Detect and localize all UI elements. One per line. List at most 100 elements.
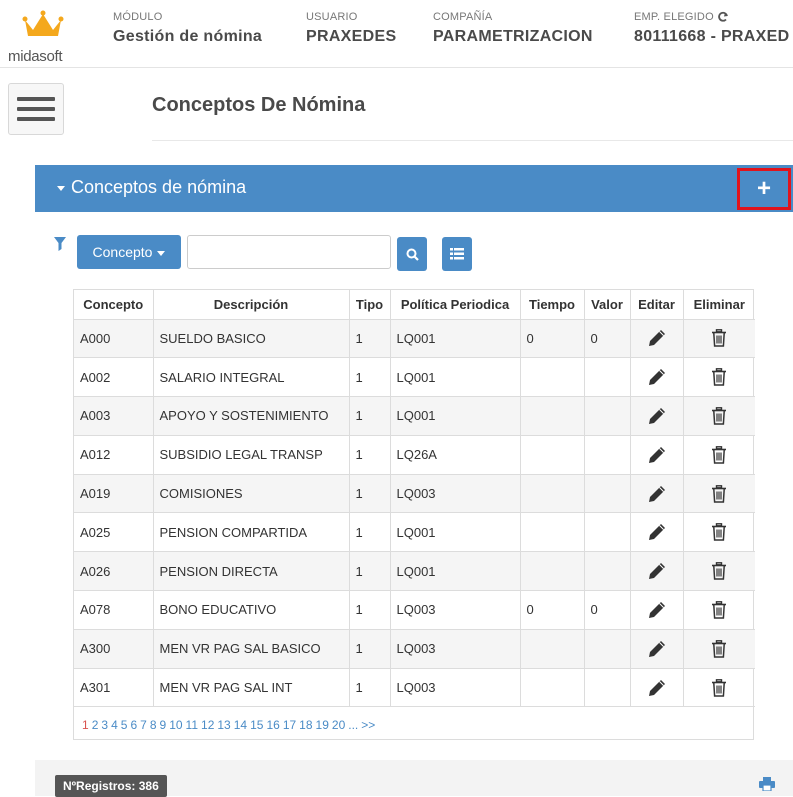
cell-descripcion: SUELDO BASICO [152,318,350,359]
search-input[interactable] [187,235,391,269]
print-icon[interactable] [759,777,775,791]
page-link[interactable]: 12 [201,718,214,732]
cell-editar [629,512,684,553]
hamburger-menu-icon[interactable] [8,83,64,135]
trash-icon[interactable] [711,562,727,580]
page-link[interactable]: 5 [121,718,128,732]
page-link[interactable]: 18 [299,718,312,732]
trash-icon[interactable] [711,445,727,464]
cell-eliminar [682,512,755,553]
page-link[interactable]: 8 [150,718,157,732]
pencil-icon[interactable] [648,523,666,541]
pencil-icon[interactable] [648,562,666,580]
cell-editar [629,434,684,475]
trash-icon[interactable] [711,639,727,658]
trash-icon[interactable] [711,484,727,503]
page-link[interactable]: 17 [283,718,296,732]
registros-badge: NºRegistros: 386 [55,775,167,797]
table-row[interactable]: A019 COMISIONES 1 LQ003 [74,473,755,514]
col-header-valor[interactable]: Valor [583,290,631,320]
search-button[interactable] [397,237,427,271]
compania-value: PARAMETRIZACION [433,28,593,45]
midasoft-logo[interactable]: midasoft [8,10,78,66]
table-row[interactable]: A002 SALARIO INTEGRAL 1 LQ001 [74,357,755,398]
cell-tipo: 1 [348,473,391,514]
page-link[interactable]: 7 [140,718,147,732]
page-link[interactable]: 9 [160,718,167,732]
cell-descripcion: BONO EDUCATIVO [152,590,350,630]
trash-icon[interactable] [711,329,727,348]
cell-valor [583,551,631,592]
panel-title-toggle[interactable]: Conceptos de nómina [57,177,246,198]
refresh-icon[interactable] [717,11,729,23]
col-header-tipo[interactable]: Tipo [348,290,391,320]
col-header-tiempo[interactable]: Tiempo [519,290,585,320]
col-header-descripcion[interactable]: Descripción [152,290,350,320]
cell-concepto: A025 [74,512,154,553]
page-link[interactable]: 3 [101,718,108,732]
page-link[interactable]: 14 [234,718,247,732]
page-link[interactable]: 1 [82,718,89,732]
empleado-value: 80111668 - PRAXED [634,28,790,45]
trash-icon[interactable] [711,601,727,619]
page-link[interactable]: 20 [332,718,345,732]
cell-editar [629,551,684,592]
conceptos-panel: Conceptos de nómina + Concepto Concepto … [35,165,793,797]
cell-valor [583,396,631,436]
page-link[interactable]: 11 [186,718,198,732]
pencil-icon[interactable] [648,679,666,697]
table-row[interactable]: A300 MEN VR PAG SAL BASICO 1 LQ003 [74,628,755,669]
page-link[interactable]: ... [348,718,358,732]
trash-icon[interactable] [711,407,727,425]
filter-icon[interactable] [54,237,66,251]
cell-tiempo [519,667,585,708]
concepto-dropdown-button[interactable]: Concepto [77,235,181,269]
pencil-icon[interactable] [648,640,666,658]
trash-icon[interactable] [711,523,727,542]
trash-icon[interactable] [711,368,727,386]
pencil-icon[interactable] [648,368,666,386]
table-row[interactable]: A003 APOYO Y SOSTENIMIENTO 1 LQ001 [74,396,755,436]
cell-editar [629,628,684,669]
col-header-politica[interactable]: Política Periodica [389,290,521,320]
page-link[interactable]: 6 [130,718,137,732]
table-row[interactable]: A025 PENSION COMPARTIDA 1 LQ001 [74,512,755,553]
pencil-icon[interactable] [648,485,666,503]
modulo-value: Gestión de nómina [113,28,263,45]
page-link[interactable]: 13 [217,718,230,732]
cell-concepto: A012 [74,434,154,475]
panel-title-label: Conceptos de nómina [71,177,247,197]
cell-concepto: A000 [74,318,154,359]
trash-icon[interactable] [711,678,727,697]
cell-valor: 0 [583,590,631,630]
add-concept-button[interactable]: + [737,168,791,210]
pencil-icon[interactable] [648,601,666,619]
list-view-button[interactable] [442,237,472,271]
cell-descripcion: MEN VR PAG SAL INT [152,667,350,708]
page-link[interactable]: 2 [92,718,99,732]
page-link[interactable]: 15 [250,718,263,732]
page-link[interactable]: 19 [316,718,329,732]
table-row[interactable]: A078 BONO EDUCATIVO 1 LQ003 0 0 [74,590,755,630]
pencil-icon[interactable] [648,407,666,425]
cell-tiempo [519,396,585,436]
cell-concepto: A301 [74,667,154,708]
title-divider [152,140,793,141]
cell-eliminar [682,590,755,630]
page-link[interactable]: 4 [111,718,118,732]
table-row[interactable]: A301 MEN VR PAG SAL INT 1 LQ003 [74,667,755,708]
page-link[interactable]: 16 [266,718,279,732]
table-row[interactable]: A012 SUBSIDIO LEGAL TRANSP 1 LQ26A [74,434,755,475]
empleado-info: EMP. ELEGIDO 80111668 - PRAXED [634,10,789,46]
table-row[interactable]: A000 SUELDO BASICO 1 LQ001 0 0 [74,318,755,359]
cell-politica: LQ001 [389,551,521,592]
pencil-icon[interactable] [648,446,666,464]
cell-tiempo [519,357,585,398]
cell-tiempo: 0 [519,590,585,630]
page-link[interactable]: >> [361,718,375,732]
table-row[interactable]: A026 PENSION DIRECTA 1 LQ001 [74,551,755,592]
cell-eliminar [682,357,755,398]
col-header-concepto[interactable]: Concepto [74,290,154,320]
page-link[interactable]: 10 [169,718,182,732]
pencil-icon[interactable] [648,329,666,347]
